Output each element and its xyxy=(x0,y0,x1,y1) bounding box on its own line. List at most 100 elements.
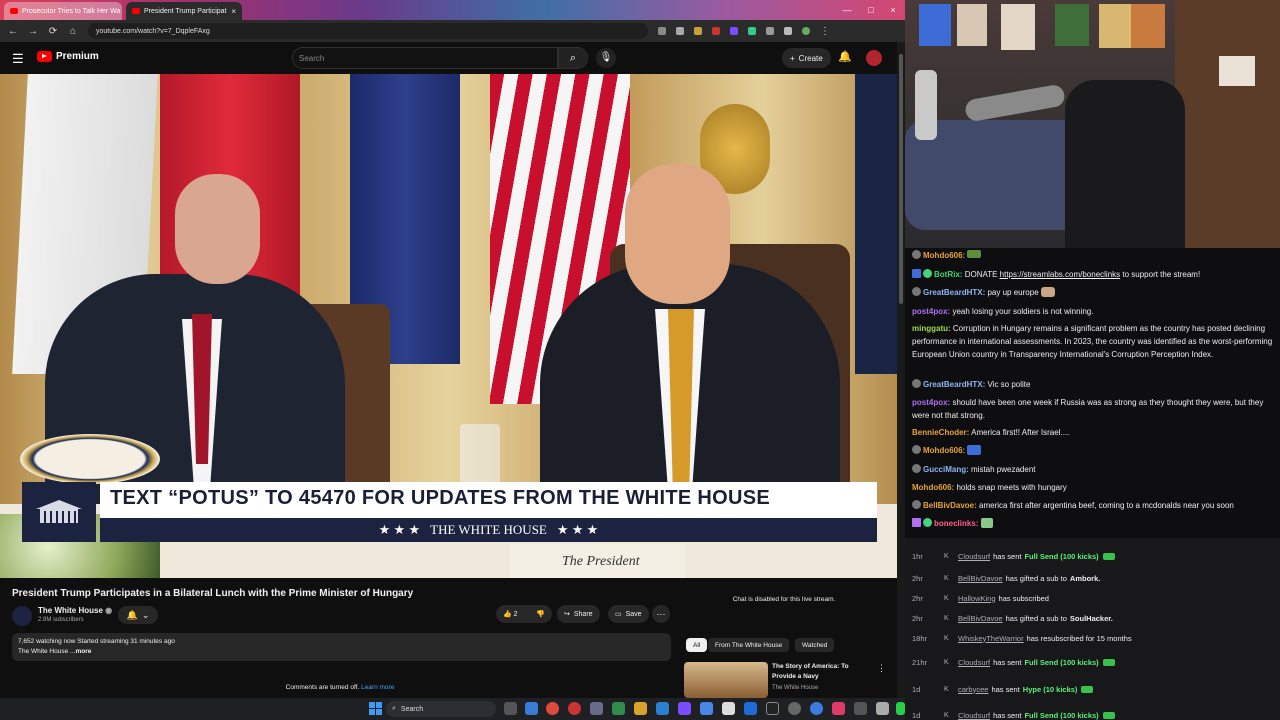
event-target: SoulHacker. xyxy=(1069,613,1113,623)
chat-username[interactable]: GucciMang: xyxy=(923,465,969,474)
microphone-button[interactable]: 🎙 xyxy=(596,48,616,68)
channel-name[interactable]: The White House ◉ xyxy=(38,606,112,615)
cast-icon[interactable] xyxy=(658,27,666,35)
recommendation-thumbnail[interactable] xyxy=(684,662,768,698)
learn-more-link[interactable]: Learn more xyxy=(361,684,394,691)
app-icon[interactable] xyxy=(612,702,625,715)
kick-icon: K xyxy=(944,658,949,666)
chip-watched[interactable]: Watched xyxy=(795,638,835,652)
chat-link[interactable]: https://streamlabs.com/boneclinks xyxy=(1000,270,1121,279)
home-icon[interactable]: ⌂ xyxy=(68,26,78,37)
minimize-icon[interactable]: — xyxy=(834,0,860,20)
extension-icon[interactable] xyxy=(748,27,756,35)
app-icon[interactable] xyxy=(590,702,603,715)
event-user[interactable]: Cloudsurf xyxy=(958,711,990,720)
video-player[interactable]: TEXT “POTUS” TO 45470 FOR UPDATES FROM T… xyxy=(0,74,897,578)
chat-username[interactable]: post4pox: xyxy=(912,398,950,407)
hamburger-menu-icon[interactable]: ☰ xyxy=(12,51,24,67)
app-icon[interactable] xyxy=(766,702,779,715)
url-field[interactable]: youtube.com/watch?v=7_DqpleFAxg xyxy=(88,23,648,39)
event-user[interactable]: BellBivDavoe xyxy=(958,614,1003,623)
file-explorer-icon[interactable] xyxy=(634,702,647,715)
event-user[interactable]: HallowKing xyxy=(958,594,996,603)
app-icon[interactable] xyxy=(810,702,823,715)
like-button[interactable]: 👍 2 xyxy=(503,610,518,618)
share-button[interactable]: ↪ Share xyxy=(557,605,600,623)
event-user[interactable]: BellBivDavoe xyxy=(958,574,1003,583)
event-user[interactable]: Cloudsurf xyxy=(958,552,990,561)
chat-username[interactable]: BotRix: xyxy=(934,270,962,279)
tab-president-trump[interactable]: President Trump Participat × xyxy=(126,2,242,20)
app-icon[interactable] xyxy=(876,702,889,715)
save-button[interactable]: ▭ Save xyxy=(608,605,649,623)
close-icon[interactable]: × xyxy=(231,7,236,16)
app-icon[interactable] xyxy=(678,702,691,715)
close-window-icon[interactable]: × xyxy=(880,0,906,20)
extensions-puzzle-icon[interactable] xyxy=(766,27,774,35)
forward-icon[interactable]: → xyxy=(28,26,38,37)
app-icon[interactable] xyxy=(744,702,757,715)
event-user[interactable]: carbycee xyxy=(958,685,988,694)
create-button[interactable]: + Create xyxy=(782,48,831,68)
scrollbar-thumb[interactable] xyxy=(899,54,903,304)
app-icon[interactable] xyxy=(700,702,713,715)
chat-username[interactable]: GreatBeardHTX: xyxy=(923,380,985,389)
download-icon[interactable] xyxy=(784,27,792,35)
chat-username[interactable]: BennieChoder: xyxy=(912,428,969,437)
chip-all[interactable]: All xyxy=(686,638,708,652)
chat-message: Mohdo606: holds snap meets with hungary xyxy=(912,481,1274,494)
bookmark-star-icon[interactable] xyxy=(676,27,684,35)
event-user[interactable]: Cloudsurf xyxy=(958,658,990,667)
save-icon: ▭ xyxy=(615,611,622,618)
chat-username[interactable]: Mohdo606: xyxy=(923,446,965,455)
extension-icon[interactable] xyxy=(730,27,738,35)
app-icon[interactable] xyxy=(896,702,905,715)
page-scrollbar[interactable] xyxy=(897,42,905,698)
tab-prosecutor[interactable]: Prosecutor Tries to Talk Her Wa × xyxy=(4,2,122,20)
notifications-bell-icon[interactable]: 🔔 xyxy=(838,50,852,63)
reload-icon[interactable]: ⟳ xyxy=(48,26,58,37)
description-more-link[interactable]: more xyxy=(75,648,91,655)
task-view-icon[interactable] xyxy=(504,702,517,715)
app-icon[interactable] xyxy=(854,702,867,715)
taskbar-search[interactable]: ⌕ Search xyxy=(386,701,496,717)
chat-username[interactable]: post4pox: xyxy=(912,307,950,316)
back-icon[interactable]: ← xyxy=(8,26,18,37)
chat-disabled-notice: Chat is disabled for this live stream. xyxy=(732,596,836,603)
app-icon[interactable] xyxy=(832,702,845,715)
chat-username[interactable]: boneclinks: xyxy=(934,519,978,528)
windows-start-icon[interactable] xyxy=(369,702,382,715)
menu-icon[interactable]: ⋮ xyxy=(820,26,830,37)
youtube-premium-logo[interactable]: Premium xyxy=(37,51,99,62)
more-actions-button[interactable]: ⋯ xyxy=(652,605,670,623)
recommendation-menu-icon[interactable]: ⋮ xyxy=(877,663,886,674)
channel-avatar[interactable] xyxy=(12,606,32,626)
chat-username[interactable]: GreatBeardHTX: xyxy=(923,288,985,297)
subscription-bell-button[interactable]: 🔔 ⌄ xyxy=(118,606,158,624)
chat-username[interactable]: minggatu: xyxy=(912,324,951,333)
chip-from-the-white-house[interactable]: From The White House xyxy=(708,638,790,652)
app-icon[interactable] xyxy=(788,702,801,715)
description-box[interactable]: 7,652 watching now Started streaming 31 … xyxy=(12,633,671,661)
dislike-button[interactable]: 👎 xyxy=(536,610,545,618)
user-avatar[interactable] xyxy=(866,50,882,66)
app-icon[interactable] xyxy=(722,702,735,715)
chat-username[interactable]: BellBivDavoe: xyxy=(923,501,977,510)
chat-text: america first after argentina beef, comi… xyxy=(979,501,1234,510)
search-input[interactable]: Search xyxy=(292,47,558,69)
event-user[interactable]: WhiskeyTheWarrior xyxy=(958,634,1024,643)
chat-username[interactable]: Mohdo606: xyxy=(923,251,965,260)
share-label: Share xyxy=(573,610,593,618)
extension-icon[interactable] xyxy=(694,27,702,35)
chrome-icon[interactable] xyxy=(546,702,559,715)
chat-username[interactable]: Mohdo606: xyxy=(912,483,954,492)
extension-icon[interactable] xyxy=(712,27,720,35)
app-icon[interactable] xyxy=(568,702,581,715)
recommendation-title[interactable]: The Story of America: To Provide a Navy xyxy=(772,662,872,682)
search-button[interactable]: ⌕ xyxy=(558,47,588,69)
app-icon[interactable] xyxy=(525,702,538,715)
app-icon[interactable] xyxy=(656,702,669,715)
plus-icon: + xyxy=(790,53,795,63)
profile-icon[interactable] xyxy=(802,27,810,35)
event-text: has subscribed xyxy=(998,593,1049,603)
